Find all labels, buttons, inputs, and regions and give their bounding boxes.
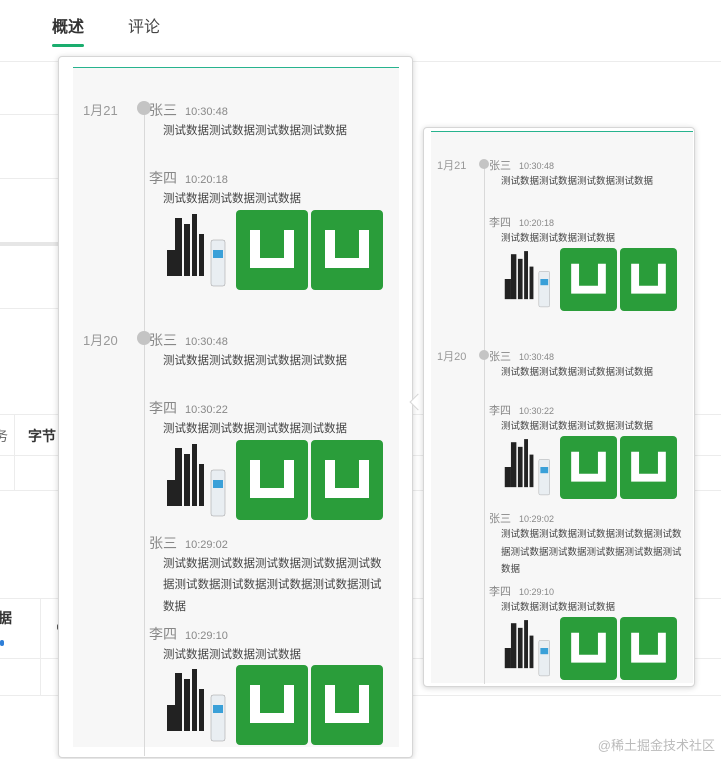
entry-author: 张三 10:30:48 <box>149 102 228 118</box>
product-image[interactable] <box>499 248 557 310</box>
entry-message: 测试数据测试数据测试数据 <box>501 602 616 613</box>
row-divider <box>0 114 58 115</box>
entry-author: 张三 10:29:02 <box>489 513 555 525</box>
entry-message: 测试数据测试数据测试数据测试数据测试数据测试数据测试数据测试数据测试数据测试数据 <box>501 529 682 576</box>
row-divider <box>0 308 58 309</box>
table-header-partial: 务 <box>0 428 8 444</box>
entry-author: 张三 10:30:48 <box>149 332 228 348</box>
entry-message: 测试数据测试数据测试数据测试数据 <box>163 125 347 137</box>
u-logo-image[interactable] <box>560 617 617 680</box>
timeline-date: 1月21 <box>437 160 467 172</box>
u-logo-image[interactable] <box>311 440 383 520</box>
entry-message: 测试数据测试数据测试数据 <box>163 193 301 205</box>
timeline-axis <box>484 164 485 684</box>
tab-overview[interactable]: 概述 <box>52 13 84 37</box>
tab-bar: 概述 评论 <box>0 0 721 62</box>
u-logo-image[interactable] <box>236 440 308 520</box>
entry-author: 李四 10:30:22 <box>489 405 555 417</box>
timeline-panel: 1月21 张三 10:30:48 测试数据测试数据测试数据测试数据 李四 10:20… <box>73 67 399 756</box>
u-logo-image[interactable] <box>311 665 383 745</box>
section-divider <box>0 242 58 246</box>
entry-author: 李四 10:20:18 <box>489 217 555 229</box>
active-tab-indicator <box>52 44 84 47</box>
timeline-date: 1月20 <box>437 351 467 363</box>
info-icon <box>0 640 4 646</box>
table-header-partial: 据 <box>0 610 12 626</box>
u-logo-image[interactable] <box>311 210 383 290</box>
table-col-divider <box>40 598 41 695</box>
row-divider <box>0 178 58 179</box>
tab-comments[interactable]: 评论 <box>128 13 160 37</box>
entry-message: 测试数据测试数据测试数据测试数据 <box>163 355 347 367</box>
product-image[interactable] <box>161 440 233 520</box>
attachment-row <box>499 436 677 499</box>
attachment-row <box>499 248 677 311</box>
attachment-row <box>161 210 383 290</box>
u-logo-image[interactable] <box>560 248 617 311</box>
entry-message: 测试数据测试数据测试数据测试数据 <box>501 421 654 432</box>
product-image[interactable] <box>161 665 233 745</box>
entry-message: 测试数据测试数据测试数据测试数据 <box>501 367 654 378</box>
entry-message: 测试数据测试数据测试数据 <box>501 233 616 244</box>
u-logo-image[interactable] <box>620 248 677 311</box>
entry-author: 张三 10:30:48 <box>489 351 555 363</box>
timeline-dot <box>479 159 489 169</box>
activity-popover-large: 1月21 张三 10:30:48 测试数据测试数据测试数据测试数据 李四 10:20… <box>58 56 413 758</box>
u-logo-image[interactable] <box>236 665 308 745</box>
entry-author: 李四 10:20:18 <box>149 170 228 186</box>
timeline-panel: 1月21 张三 10:30:48 测试数据测试数据测试数据测试数据 李四 10:20… <box>431 131 693 684</box>
table-col-divider <box>14 414 15 490</box>
u-logo-image[interactable] <box>560 436 617 499</box>
entry-author: 张三 10:30:48 <box>489 160 555 172</box>
timeline-date: 1月21 <box>83 103 118 118</box>
activity-popover-small: 1月21 张三 10:30:48 测试数据测试数据测试数据测试数据 李四 10:20… <box>423 127 695 687</box>
product-image[interactable] <box>499 436 557 498</box>
entry-message: 测试数据测试数据测试数据测试数据 <box>501 176 654 187</box>
entry-message: 测试数据测试数据测试数据测试数据 <box>163 423 347 435</box>
attachment-row <box>499 617 677 680</box>
u-logo-image[interactable] <box>620 617 677 680</box>
entry-author: 李四 10:30:22 <box>149 400 228 416</box>
entry-author: 李四 10:29:10 <box>149 626 228 642</box>
product-image[interactable] <box>161 210 233 290</box>
attachment-row <box>161 440 383 520</box>
entry-author: 张三 10:29:02 <box>149 535 228 551</box>
timeline-date: 1月20 <box>83 333 118 348</box>
table-header-bytes: 字节 <box>28 428 56 444</box>
attachment-row <box>161 665 383 745</box>
u-logo-image[interactable] <box>620 436 677 499</box>
timeline-axis <box>144 106 145 756</box>
timeline-dot <box>479 350 489 360</box>
product-image[interactable] <box>499 617 557 679</box>
u-logo-image[interactable] <box>236 210 308 290</box>
entry-author: 李四 10:29:10 <box>489 586 555 598</box>
entry-message: 测试数据测试数据测试数据 <box>163 649 301 661</box>
entry-message: 测试数据测试数据测试数据测试数据测试数据测试数据测试数据测试数据测试数据测试数据 <box>163 558 382 613</box>
watermark: @稀土掘金技术社区 <box>597 738 715 753</box>
